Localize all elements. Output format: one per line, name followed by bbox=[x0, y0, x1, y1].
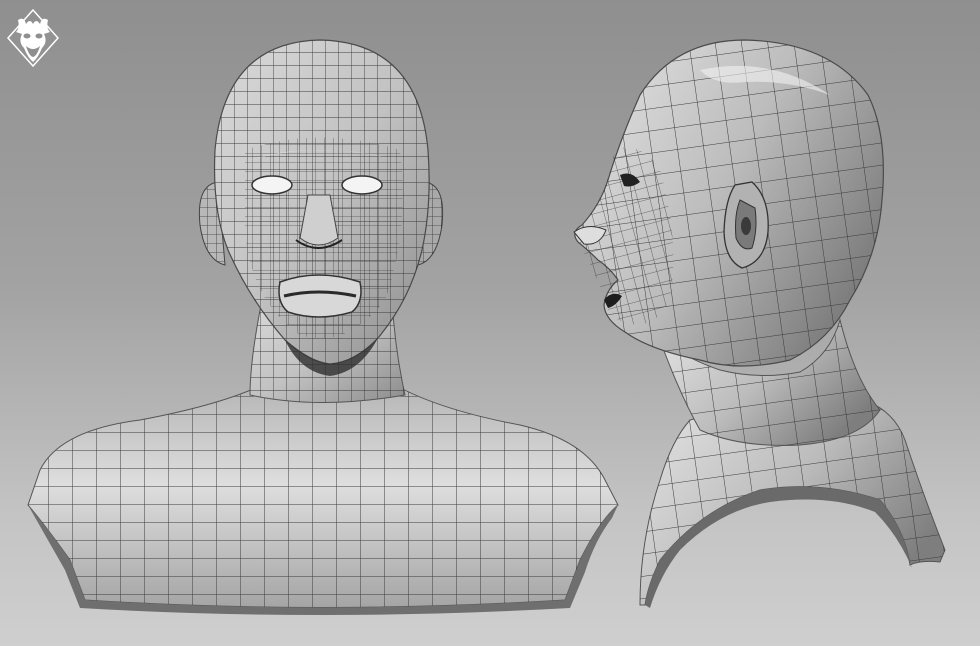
front-view-bust bbox=[27, 39, 619, 615]
render-viewport bbox=[0, 0, 980, 646]
front-left-eye-socket bbox=[251, 175, 293, 195]
scene-canvas bbox=[27, 39, 946, 615]
studio-mask-logo-icon bbox=[6, 8, 60, 68]
front-right-eye-socket bbox=[341, 175, 383, 195]
side-view-bust bbox=[573, 39, 946, 608]
